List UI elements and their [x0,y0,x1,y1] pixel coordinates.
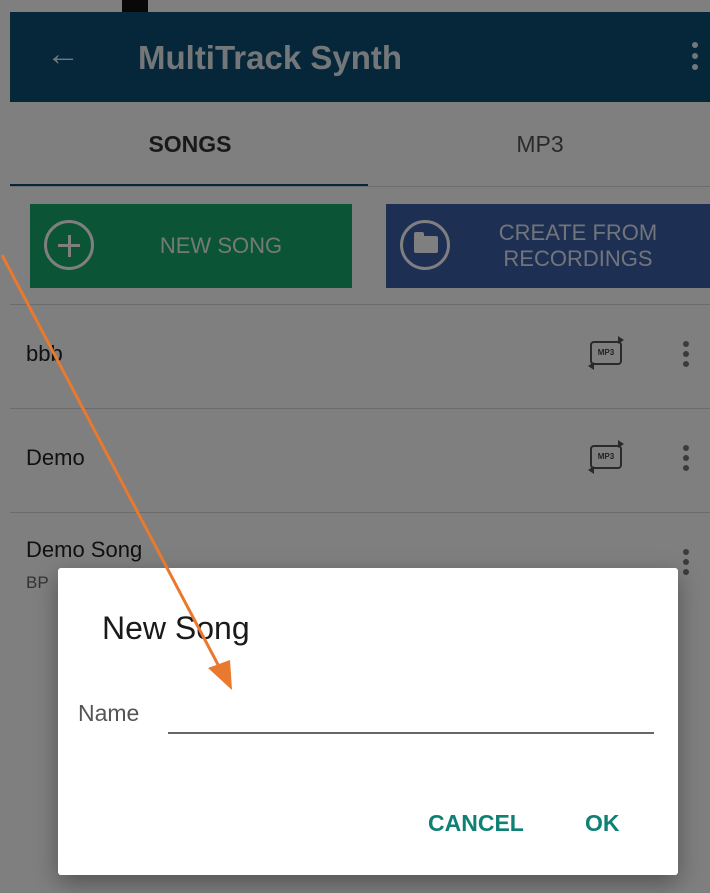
cancel-button[interactable]: CANCEL [418,804,534,843]
song-name-input[interactable] [168,694,654,734]
ok-button[interactable]: OK [575,804,630,843]
name-label: Name [78,700,140,726]
dialog-title: New Song [102,610,250,646]
new-song-dialog: New Song Name CANCEL OK [58,568,678,875]
